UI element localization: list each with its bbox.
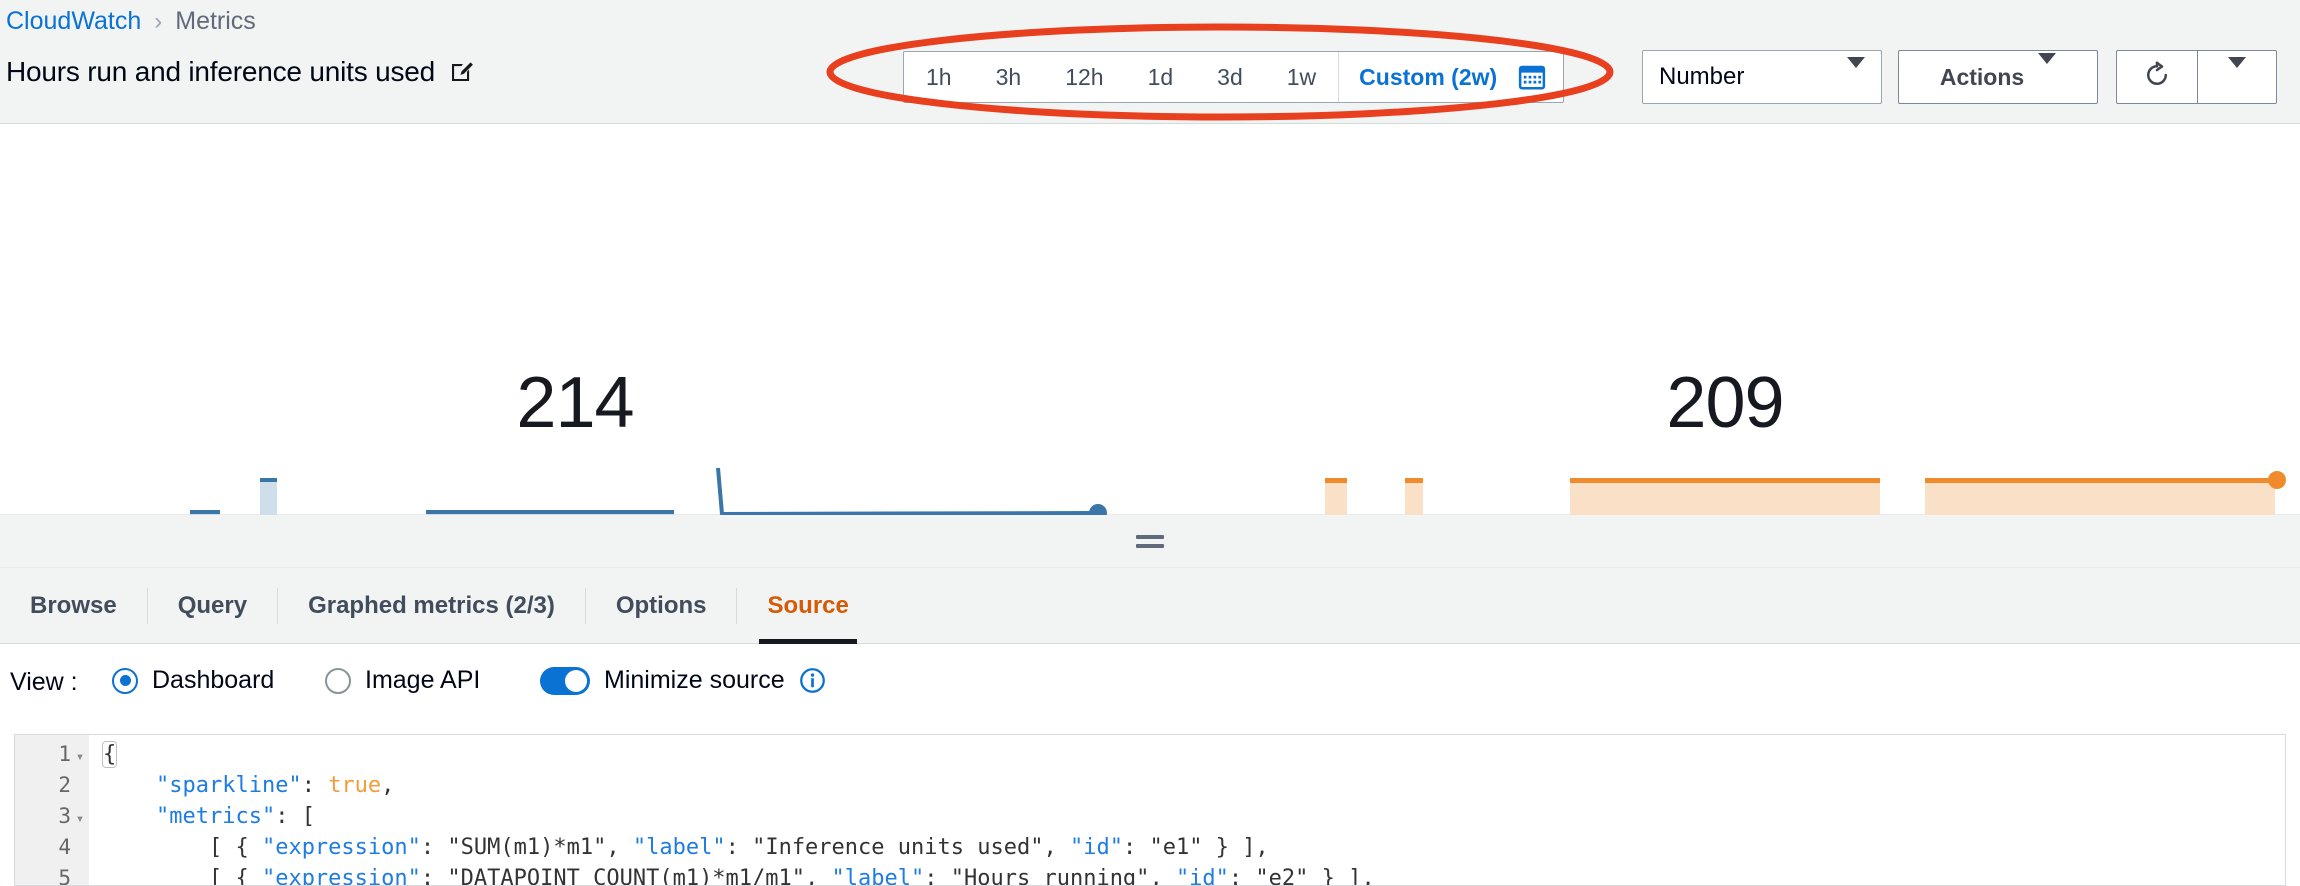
chevron-down-icon (2228, 68, 2246, 86)
code-line: 2 "sparkline": true, (15, 770, 2286, 801)
code-text: "metrics": [ (89, 801, 315, 832)
refresh-icon (2142, 60, 2172, 95)
time-range-12h[interactable]: 12h (1043, 52, 1125, 102)
tab-label: Browse (30, 592, 117, 620)
radio-button-icon[interactable] (112, 668, 138, 694)
big-number-value: 209 (1150, 362, 2300, 444)
time-range-1d[interactable]: 1d (1126, 52, 1196, 102)
metrics-tab-bar: Browse Query Graphed metrics (2/3) Optio… (0, 568, 2300, 644)
chevron-down-icon (1847, 68, 1865, 86)
fold-toggle-icon[interactable]: ▾ (71, 742, 89, 773)
code-line: 4 [ { "expression": "SUM(m1)*m1", "label… (15, 832, 2286, 863)
toggle-label: Minimize source (604, 666, 785, 695)
radio-button-icon[interactable] (325, 668, 351, 694)
panel-resize-strip (0, 515, 2300, 568)
edit-square-icon[interactable] (449, 60, 473, 84)
display-format-value: Number (1659, 63, 1744, 91)
refresh-options-button[interactable] (2197, 50, 2277, 104)
page-title: Hours run and inference units used (6, 56, 435, 88)
code-line: 1 ▾ { (15, 739, 2286, 770)
cloudwatch-metrics-page: CloudWatch › Metrics Hours run and infer… (0, 0, 2300, 886)
resize-handle[interactable] (1136, 535, 1164, 548)
tab-label: Source (767, 592, 848, 620)
big-number-value: 214 (0, 362, 1150, 444)
tab-label: Query (178, 592, 247, 620)
code-text: { (89, 739, 116, 770)
minimize-source-toggle-group: Minimize source (540, 666, 826, 695)
breadcrumb-separator-icon: › (154, 8, 162, 36)
line-number: 1 (15, 739, 71, 770)
tab-source[interactable]: Source (737, 568, 878, 644)
view-label: View : (10, 668, 78, 697)
editor-code-lines: 1 ▾ { 2 "sparkline": true, 3 ▾ "metrics"… (15, 739, 2286, 886)
fold-toggle-icon[interactable]: ▾ (71, 804, 89, 835)
chevron-down-icon (2038, 64, 2056, 91)
code-text: "sparkline": true, (89, 770, 394, 801)
line-number: 3 (15, 801, 71, 832)
code-line: 3 ▾ "metrics": [ (15, 801, 2286, 832)
actions-button-label: Actions (1940, 64, 2024, 91)
radio-label: Image API (365, 666, 480, 695)
page-title-row: Hours run and inference units used (6, 56, 473, 88)
time-range-3d[interactable]: 3d (1195, 52, 1265, 102)
tab-label: Graphed metrics (2/3) (308, 592, 555, 620)
page-header: CloudWatch › Metrics Hours run and infer… (0, 0, 2300, 124)
metric-widget-inference-units[interactable]: 214 Inference units used (0, 124, 1150, 515)
code-text: [ { "expression": "DATAPOINT_COUNT(m1)*m… (89, 863, 1375, 886)
code-text: [ { "expression": "SUM(m1)*m1", "label":… (89, 832, 1269, 863)
tab-graphed-metrics[interactable]: Graphed metrics (2/3) (278, 568, 585, 644)
time-range-selector[interactable]: 1h 3h 12h 1d 3d 1w Custom (2w) (903, 51, 1564, 103)
metric-widget-hours-running[interactable]: 209 Hours running (1150, 124, 2300, 515)
time-range-1w[interactable]: 1w (1265, 52, 1338, 102)
tab-options[interactable]: Options (586, 568, 737, 644)
display-format-select[interactable]: Number (1642, 50, 1882, 104)
radio-label: Dashboard (152, 666, 274, 695)
time-range-1h[interactable]: 1h (904, 52, 974, 102)
radio-image-api[interactable]: Image API (325, 666, 480, 695)
code-line: 5 [ { "expression": "DATAPOINT_COUNT(m1)… (15, 863, 2286, 886)
tab-label: Options (616, 592, 707, 620)
radio-dashboard[interactable]: Dashboard (112, 666, 274, 695)
time-range-custom[interactable]: Custom (2w) (1339, 52, 1517, 102)
line-number: 5 (15, 863, 71, 886)
breadcrumb-metrics[interactable]: Metrics (175, 7, 256, 36)
view-options-row: View : Dashboard Image API Minimize sour… (0, 644, 2300, 734)
source-code-editor[interactable]: 1 ▾ { 2 "sparkline": true, 3 ▾ "metrics"… (14, 734, 2286, 886)
line-number: 4 (15, 832, 71, 863)
tab-list: Browse Query Graphed metrics (2/3) Optio… (0, 568, 879, 644)
time-range-3h[interactable]: 3h (974, 52, 1044, 102)
actions-button[interactable]: Actions (1898, 50, 2098, 104)
breadcrumb-cloudwatch[interactable]: CloudWatch (6, 7, 141, 36)
sparkline-chart-area: 214 Inference units used (0, 124, 2300, 515)
refresh-button[interactable] (2116, 50, 2198, 104)
tab-query[interactable]: Query (148, 568, 277, 644)
tab-browse[interactable]: Browse (0, 568, 147, 644)
breadcrumb: CloudWatch › Metrics (6, 7, 256, 36)
calendar-icon[interactable] (1517, 52, 1563, 102)
info-circle-icon[interactable] (799, 667, 826, 694)
minimize-source-toggle[interactable] (540, 667, 590, 695)
line-number: 2 (15, 770, 71, 801)
